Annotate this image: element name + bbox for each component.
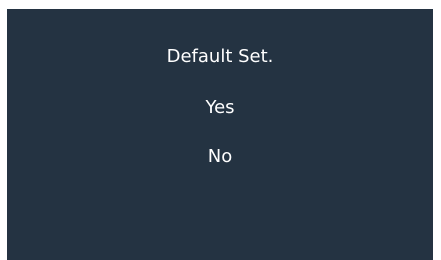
no-option[interactable]: No	[7, 146, 433, 168]
yes-option[interactable]: Yes	[7, 97, 433, 119]
dialog-title: Default Set.	[166, 46, 274, 67]
default-set-dialog: Default Set. Yes No	[7, 9, 433, 260]
